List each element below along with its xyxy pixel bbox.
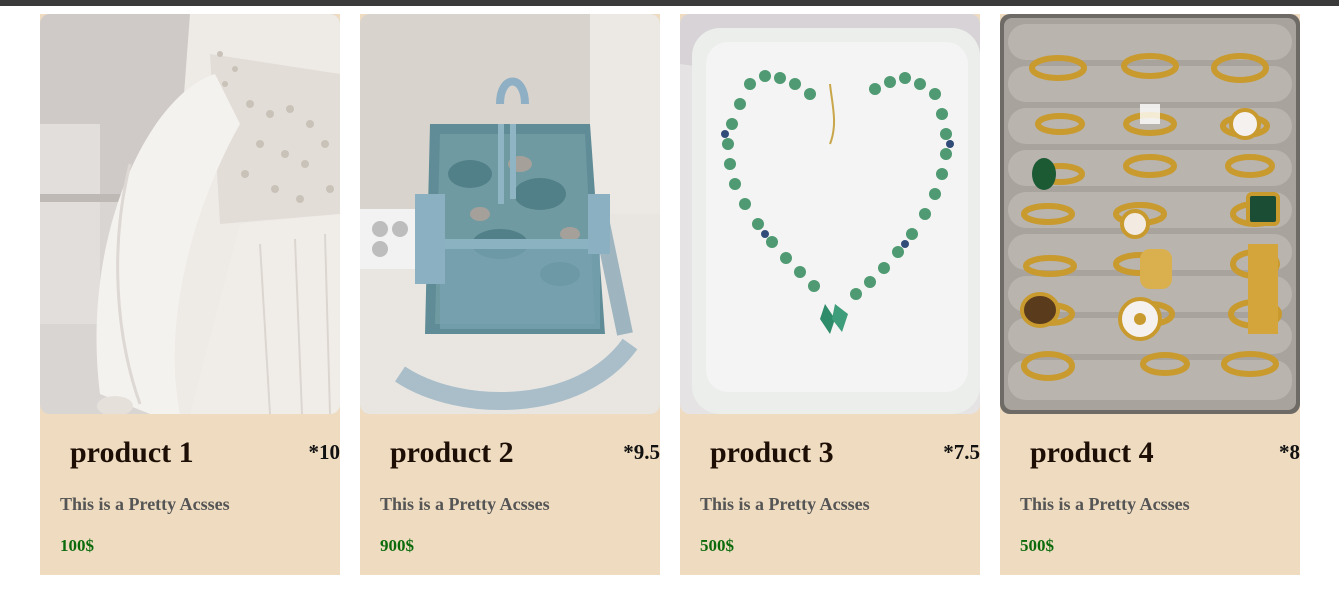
product-rating: *8: [1279, 440, 1300, 464]
product-image-rings[interactable]: [1000, 14, 1300, 414]
product-price: 100$: [60, 536, 94, 555]
product-price: 500$: [700, 536, 734, 555]
product-price: 500$: [1020, 536, 1054, 555]
product-card-3[interactable]: product 3 *7.5 This is a Pretty Acsses 5…: [680, 14, 980, 575]
product-title: product 1: [70, 436, 194, 469]
product-card-1[interactable]: product 1 *10 This is a Pretty Acsses 10…: [40, 14, 340, 575]
product-description: This is a Pretty Acsses: [60, 494, 230, 514]
product-image-dress[interactable]: [40, 14, 340, 414]
product-rating: *10: [308, 440, 341, 464]
top-bar: [0, 0, 1339, 6]
product-rating: *7.5: [943, 440, 980, 464]
product-title: product 3: [710, 436, 834, 469]
product-grid: product 1 *10 This is a Pretty Acsses 10…: [40, 14, 1300, 575]
product-image-necklace[interactable]: [680, 14, 980, 414]
product-card-2[interactable]: product 2 *9.5 This is a Pretty Acsses 9…: [360, 14, 660, 575]
product-price: 900$: [380, 536, 414, 555]
product-description: This is a Pretty Acsses: [1020, 494, 1190, 514]
product-title: product 4: [1030, 436, 1154, 469]
product-image-backpack[interactable]: [360, 14, 660, 414]
product-rating: *9.5: [623, 440, 660, 464]
product-description: This is a Pretty Acsses: [380, 494, 550, 514]
product-title: product 2: [390, 436, 514, 469]
product-card-4[interactable]: product 4 *8 This is a Pretty Acsses 500…: [1000, 14, 1300, 575]
product-description: This is a Pretty Acsses: [700, 494, 870, 514]
